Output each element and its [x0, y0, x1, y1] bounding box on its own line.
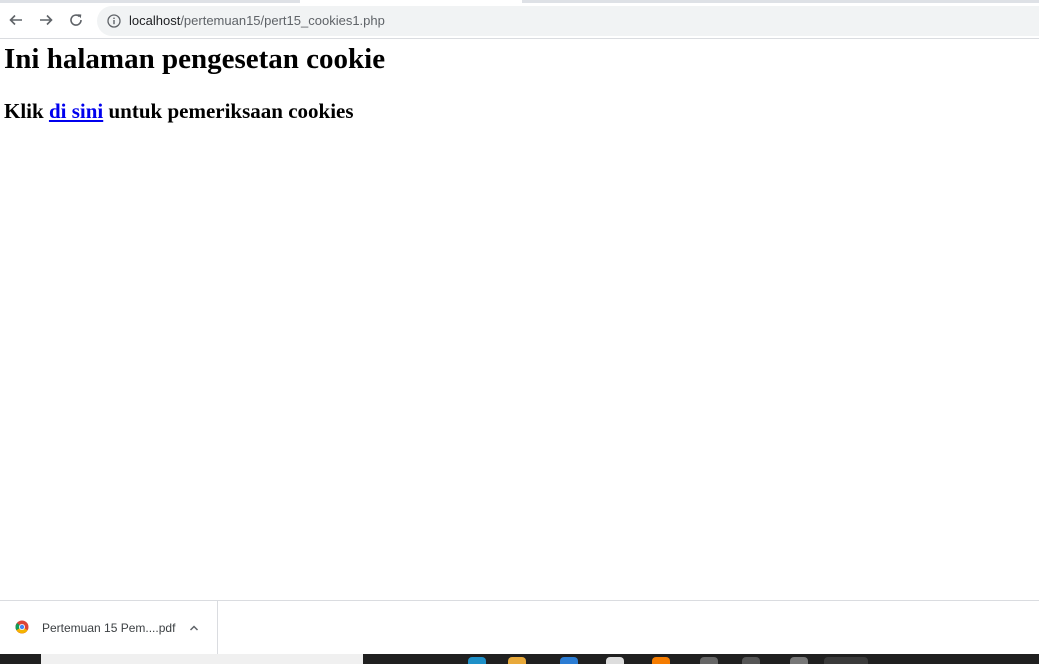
sentence-suffix: untuk pemeriksaan cookies — [108, 99, 354, 123]
edge-taskbar-icon[interactable] — [468, 657, 486, 664]
instruction-line: Klik di sini untuk pemeriksaan cookies — [4, 99, 354, 124]
check-cookies-link[interactable]: di sini — [49, 99, 103, 123]
url-host: localhost — [129, 13, 181, 28]
taskbar-search-box[interactable] — [41, 654, 363, 664]
info-icon[interactable] — [107, 14, 121, 28]
media-taskbar-icon[interactable] — [700, 657, 718, 664]
mail-taskbar-icon[interactable] — [790, 657, 808, 664]
page-content: Ini halaman pengesetan cookie Klik di si… — [0, 39, 1039, 600]
address-bar[interactable]: localhost/pertemuan15/pert15_cookies1.ph… — [97, 6, 1039, 36]
sentence-prefix: Klik — [4, 99, 44, 123]
os-taskbar — [0, 654, 1039, 664]
chevron-up-icon[interactable] — [186, 620, 202, 636]
download-item[interactable]: Pertemuan 15 Pem....pdf — [0, 601, 218, 655]
chrome-taskbar-icon[interactable] — [824, 657, 868, 664]
back-arrow-icon — [9, 14, 22, 26]
download-file-name: Pertemuan 15 Pem....pdf — [42, 621, 176, 635]
app-taskbar-icon[interactable] — [560, 657, 578, 664]
browser-toolbar: localhost/pertemuan15/pert15_cookies1.ph… — [0, 3, 1039, 39]
reload-icon — [70, 14, 82, 26]
download-shelf: Pertemuan 15 Pem....pdf — [0, 600, 1039, 655]
explorer-taskbar-icon[interactable] — [508, 657, 526, 664]
url-text[interactable]: localhost/pertemuan15/pert15_cookies1.ph… — [129, 6, 385, 36]
forward-arrow-icon — [40, 14, 53, 26]
page-heading: Ini halaman pengesetan cookie — [4, 43, 386, 75]
reload-button[interactable] — [64, 8, 88, 32]
back-button[interactable] — [4, 8, 28, 32]
forward-button[interactable] — [34, 8, 58, 32]
terminal-taskbar-icon[interactable] — [742, 657, 760, 664]
store-taskbar-icon[interactable] — [606, 657, 624, 664]
chrome-file-icon — [15, 620, 29, 634]
xampp-taskbar-icon[interactable] — [652, 657, 670, 664]
url-path: /pertemuan15/pert15_cookies1.php — [180, 13, 385, 28]
